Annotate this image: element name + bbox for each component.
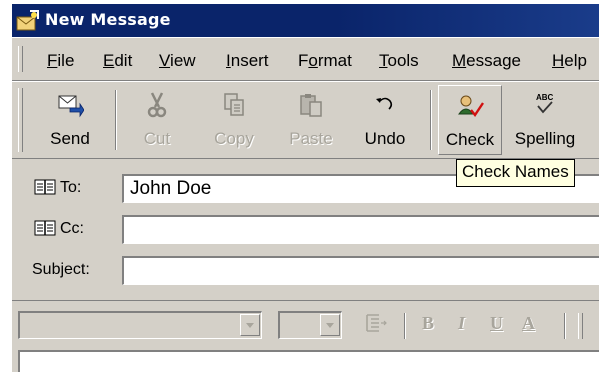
menu-bar: File Edit View Insert Format Tools Messa… (12, 37, 599, 81)
address-book-icon (34, 220, 56, 236)
menu-help[interactable]: Help (552, 51, 587, 71)
to-field-label[interactable]: To: (34, 179, 81, 197)
chevron-down-icon[interactable] (320, 314, 340, 336)
italic-button[interactable]: I (458, 313, 465, 334)
underline-button[interactable]: U (490, 313, 503, 334)
check-names-icon (458, 95, 484, 118)
format-grip[interactable] (578, 313, 583, 339)
message-body[interactable] (18, 350, 599, 372)
cc-field-label[interactable]: Cc: (34, 220, 84, 238)
undo-label: Undo (364, 129, 406, 148)
cc-input[interactable] (122, 215, 599, 244)
menu-insert[interactable]: Insert (226, 51, 269, 71)
toolbar: Send Cut Copy Paste Undo Check ABC Spell… (12, 81, 599, 159)
cut-label: Cut (143, 129, 171, 148)
scissors-icon (147, 92, 167, 118)
paste-button[interactable]: Paste (282, 85, 340, 155)
paste-label: Paste (289, 129, 333, 148)
new-message-icon (16, 10, 40, 32)
toolbar-separator (115, 90, 117, 150)
menu-file[interactable]: File (47, 51, 74, 71)
send-button[interactable]: Send (42, 85, 98, 155)
copy-label: Copy (214, 129, 254, 148)
bold-button[interactable]: B (422, 313, 434, 334)
svg-text:ABC: ABC (536, 93, 554, 102)
format-separator (404, 313, 406, 339)
font-name-dropdown[interactable] (18, 311, 262, 339)
format-separator (564, 313, 566, 339)
spelling-button[interactable]: ABC Spelling (510, 85, 580, 155)
paragraph-style-icon (366, 314, 387, 332)
menu-view[interactable]: View (159, 51, 196, 71)
address-book-icon (34, 179, 56, 195)
check-names-tooltip: Check Names (456, 159, 575, 187)
formatting-toolbar: B I U A (12, 300, 599, 344)
cut-button[interactable]: Cut (129, 85, 185, 155)
paragraph-style-button[interactable] (364, 311, 388, 340)
send-label: Send (50, 129, 90, 148)
toolbar-separator (430, 90, 432, 150)
subject-input[interactable] (122, 256, 599, 285)
spelling-label: Spelling (514, 129, 576, 148)
spelling-icon: ABC (536, 93, 554, 114)
new-message-window: New Message File Edit View Insert Format… (12, 4, 599, 372)
send-icon (58, 95, 84, 118)
undo-icon (376, 97, 393, 110)
copy-icon (224, 93, 244, 116)
menu-tools[interactable]: Tools (379, 51, 419, 71)
toolbar-grip[interactable] (18, 88, 23, 152)
check-names-button[interactable]: Check (438, 85, 502, 155)
paste-icon (300, 94, 322, 117)
font-size-dropdown[interactable] (278, 311, 342, 339)
chevron-down-icon[interactable] (240, 314, 260, 336)
check-label: Check (445, 130, 495, 149)
menu-edit[interactable]: Edit (103, 51, 132, 71)
menu-grip[interactable] (18, 46, 23, 72)
menu-message[interactable]: Message (452, 51, 521, 71)
window-title: New Message (45, 10, 171, 29)
copy-button[interactable]: Copy (206, 85, 262, 155)
undo-button[interactable]: Undo (357, 85, 413, 155)
menu-format[interactable]: Format (298, 51, 352, 71)
font-color-button[interactable]: A (522, 313, 535, 334)
title-bar[interactable]: New Message (12, 4, 599, 37)
subject-label: Subject: (32, 261, 90, 278)
